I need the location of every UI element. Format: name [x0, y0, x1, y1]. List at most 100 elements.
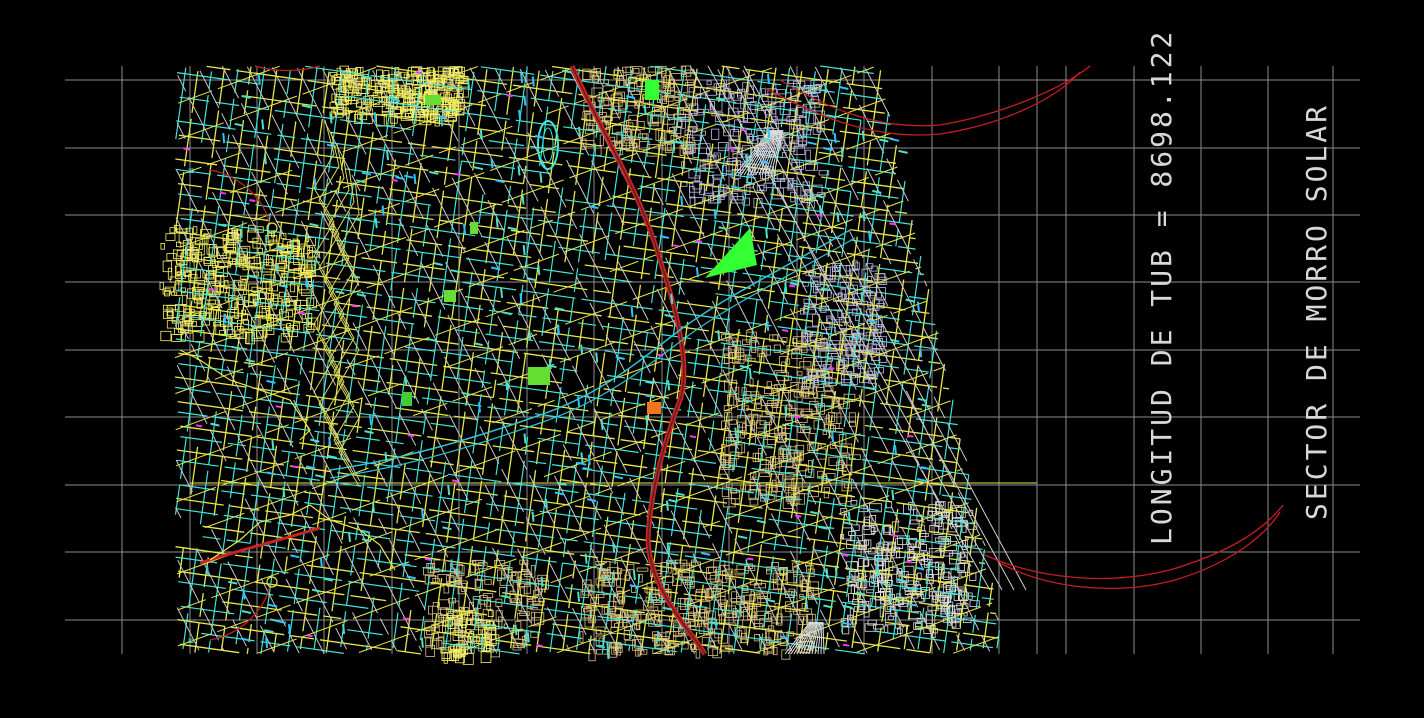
north-arrow-icon: ≡ [188, 166, 194, 177]
pipe-segment [818, 205, 822, 216]
plaza [647, 402, 661, 414]
marker-mark [195, 424, 203, 428]
pipe-segment [523, 95, 527, 106]
pipe-segment [916, 301, 920, 312]
park [402, 392, 412, 406]
marker-mark [657, 353, 664, 357]
pipe-segment [643, 104, 647, 115]
pipe-segment [522, 245, 526, 256]
marker-mark [275, 405, 282, 409]
pipe-segment [518, 109, 522, 120]
park [444, 290, 456, 302]
pipe-segment [577, 591, 581, 602]
pipe-segment [528, 330, 532, 341]
pipe-segment [420, 637, 424, 648]
marker-mark [452, 479, 459, 483]
pipe-segment [373, 112, 377, 123]
pipe-segment [222, 133, 226, 144]
street [246, 647, 249, 654]
pipe-segment [206, 565, 210, 576]
pipe-segment [495, 217, 499, 228]
pipe-segment [223, 313, 227, 324]
pipe-segment [748, 368, 752, 379]
pipe-segment [600, 419, 604, 431]
pipe-segment [374, 218, 378, 229]
pipe-segment [517, 165, 521, 176]
pipe-segment [519, 293, 523, 304]
pipe-segment [526, 632, 530, 643]
pipe-segment [520, 72, 524, 83]
pipe-segment [784, 282, 788, 293]
pipe-segment [540, 576, 544, 587]
pipe-segment [288, 624, 291, 635]
marker-mark [415, 71, 423, 75]
street [909, 237, 916, 240]
marker-mark [536, 644, 543, 647]
park [645, 80, 659, 100]
pipe-segment [670, 293, 674, 304]
pipe-segment [242, 589, 246, 600]
pipe-segment [825, 568, 829, 579]
pipe-segment [894, 445, 897, 456]
pipe-segment [578, 126, 581, 137]
marker-mark [219, 191, 227, 195]
pipe-segment [282, 487, 286, 498]
pipe-segment [523, 433, 527, 444]
pipe-segment [612, 542, 616, 553]
pipe-segment [860, 292, 864, 303]
pipe-segment [271, 440, 275, 451]
pipe-segment [404, 375, 408, 386]
marker-mark [907, 434, 914, 438]
pipe-segment [810, 192, 814, 203]
marker-mark [292, 465, 299, 469]
pipe-segment [767, 127, 771, 138]
pipe-segment [587, 454, 591, 465]
pipe-segment [766, 320, 770, 331]
pipe-segment [767, 73, 770, 85]
sector-name-label: SECTOR DE MORRO SOLAR [1300, 102, 1333, 520]
pipe-segment [667, 380, 671, 391]
pipe-segment [544, 498, 548, 509]
marker-mark [781, 329, 789, 332]
pipe-segment [847, 511, 851, 522]
street [990, 612, 997, 615]
marker-mark [306, 634, 313, 638]
pipe-segment [577, 396, 581, 407]
pipe-segment [831, 432, 835, 443]
pipe-segment [490, 158, 494, 169]
pipe-segment [478, 402, 481, 413]
marker-mark [454, 172, 461, 176]
pipe-segment [537, 264, 541, 276]
pipe-segment [381, 205, 385, 216]
pipe-segment [665, 500, 669, 511]
pipe-segment [463, 224, 466, 235]
pipe-segment [447, 484, 451, 496]
marker-mark [891, 534, 898, 538]
pipe-segment [717, 330, 721, 341]
pipe-segment [440, 116, 444, 127]
marker-mark [249, 199, 256, 202]
pipe-segment [876, 565, 880, 577]
pipe-segment [548, 359, 552, 370]
pipe-segment [824, 82, 828, 93]
pipe-segment [348, 531, 351, 543]
pipe-segment [713, 208, 717, 220]
pipe-segment [868, 230, 871, 241]
pipe-segment [861, 130, 865, 141]
street [942, 387, 950, 390]
marker-mark [183, 147, 190, 151]
marker-mark [728, 146, 735, 150]
pipe-segment [891, 489, 895, 501]
pipe-segment [584, 553, 588, 564]
marker-mark [351, 304, 358, 308]
pipe-segment [342, 623, 346, 635]
pipe-segment [734, 427, 738, 438]
marker-mark [905, 560, 913, 564]
pipe-segment [275, 263, 279, 274]
street [628, 645, 631, 652]
marker-mark [842, 643, 850, 647]
pipe-segment [371, 501, 375, 512]
pipe-segment [889, 591, 893, 602]
pipe-segment [745, 154, 749, 165]
pipe-segment [467, 79, 471, 91]
